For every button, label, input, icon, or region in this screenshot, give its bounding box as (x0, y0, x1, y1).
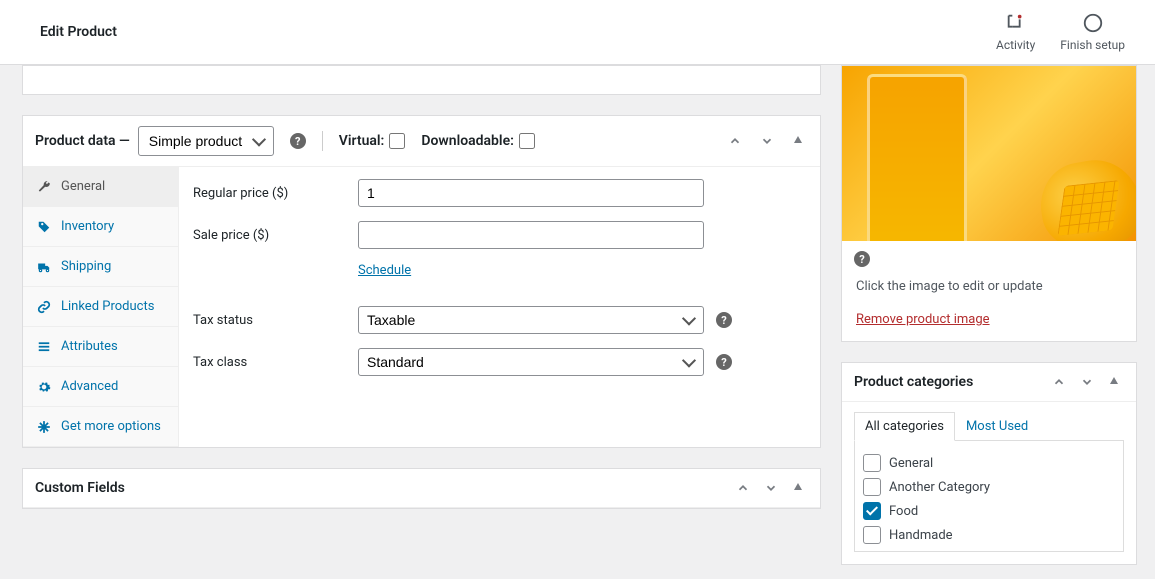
category-list: General Another Category Food Handmade (854, 441, 1124, 552)
tab-inventory-label: Inventory (61, 219, 114, 234)
tab-advanced[interactable]: Advanced (23, 367, 178, 407)
product-data-label: Product data — (35, 133, 130, 149)
category-item[interactable]: General (863, 451, 1115, 475)
tax-class-label: Tax class (193, 355, 358, 370)
category-item[interactable]: Another Category (863, 475, 1115, 499)
list-icon (37, 340, 51, 354)
tab-more-label: Get more options (61, 419, 161, 434)
tab-inventory[interactable]: Inventory (23, 207, 178, 247)
tab-shipping[interactable]: Shipping (23, 247, 178, 287)
top-bar: Edit Product Activity Finish setup (0, 0, 1155, 65)
tax-status-select[interactable]: Taxable (358, 306, 704, 334)
activity-button[interactable]: Activity (996, 12, 1035, 52)
previous-panel-edge (22, 65, 821, 95)
panel-down-icon[interactable] (756, 132, 778, 150)
tab-general[interactable]: General (23, 167, 178, 207)
category-checkbox-handmade[interactable] (863, 526, 881, 544)
custom-fields-title: Custom Fields (35, 480, 125, 496)
tax-status-label: Tax status (193, 313, 358, 328)
help-icon[interactable]: ? (290, 133, 306, 149)
wrench-icon (37, 180, 51, 194)
topbar-actions: Activity Finish setup (996, 12, 1125, 52)
finish-setup-button[interactable]: Finish setup (1060, 12, 1125, 52)
product-data-tabs: General Inventory Shipping Linked Produc… (23, 167, 179, 447)
gear-icon (37, 380, 51, 394)
tab-general-label: General (61, 179, 105, 194)
downloadable-label: Downloadable: (421, 133, 514, 149)
category-label: Another Category (889, 480, 990, 495)
tab-get-more-options[interactable]: Get more options (23, 407, 178, 447)
product-image-thumbnail[interactable] (842, 66, 1136, 241)
schedule-link[interactable]: Schedule (358, 263, 411, 278)
finish-setup-icon (1082, 12, 1104, 34)
category-checkbox-general[interactable] (863, 454, 881, 472)
regular-price-label: Regular price ($) (193, 186, 358, 201)
divider (322, 131, 323, 151)
tab-attributes-label: Attributes (61, 339, 118, 354)
help-icon[interactable]: ? (716, 354, 732, 370)
category-checkbox-another[interactable] (863, 478, 881, 496)
product-image-panel: ? Click the image to edit or update Remo… (841, 65, 1137, 342)
panel-up-icon[interactable] (724, 132, 746, 150)
category-label: General (889, 456, 933, 471)
sale-price-label: Sale price ($) (193, 228, 358, 243)
remove-product-image-link[interactable]: Remove product image (856, 312, 990, 327)
virtual-checkbox-group[interactable]: Virtual: (339, 133, 406, 149)
custom-fields-panel: Custom Fields (22, 468, 821, 509)
downloadable-checkbox[interactable] (519, 133, 535, 149)
downloadable-checkbox-group[interactable]: Downloadable: (421, 133, 535, 149)
panel-collapse-icon[interactable] (788, 479, 808, 497)
regular-price-input[interactable] (358, 179, 704, 207)
plus-icon (37, 420, 51, 434)
tab-all-categories[interactable]: All categories (854, 412, 955, 441)
product-categories-title: Product categories (854, 374, 973, 390)
product-image-caption: Click the image to edit or update (854, 267, 1124, 294)
tab-advanced-label: Advanced (61, 379, 118, 394)
activity-label: Activity (996, 38, 1035, 52)
panel-collapse-icon[interactable] (1104, 373, 1124, 391)
panel-down-icon[interactable] (1076, 373, 1098, 391)
tab-attributes[interactable]: Attributes (23, 327, 178, 367)
tag-icon (37, 220, 51, 234)
page-title: Edit Product (40, 24, 117, 40)
tax-class-select[interactable]: Standard (358, 348, 704, 376)
help-icon[interactable]: ? (716, 312, 732, 328)
link-icon (37, 300, 51, 314)
tab-linked-label: Linked Products (61, 299, 154, 314)
category-tabs: All categories Most Used (854, 412, 1124, 441)
sale-price-input[interactable] (358, 221, 704, 249)
product-data-fields: Regular price ($) Sale price ($) (179, 167, 820, 447)
tab-linked-products[interactable]: Linked Products (23, 287, 178, 327)
category-checkbox-food[interactable] (863, 502, 881, 520)
help-icon[interactable]: ? (854, 251, 870, 267)
category-item[interactable]: Handmade (863, 523, 1115, 547)
activity-icon (1005, 12, 1027, 34)
finish-setup-label: Finish setup (1060, 38, 1125, 52)
truck-icon (37, 260, 51, 274)
virtual-checkbox[interactable] (389, 133, 405, 149)
category-label: Handmade (889, 528, 953, 543)
tab-most-used[interactable]: Most Used (955, 412, 1039, 441)
virtual-label: Virtual: (339, 133, 385, 149)
product-categories-panel: Product categories All categories Most U… (841, 362, 1137, 565)
panel-collapse-icon[interactable] (788, 132, 808, 150)
panel-up-icon[interactable] (732, 479, 754, 497)
category-label: Food (889, 504, 918, 519)
panel-up-icon[interactable] (1048, 373, 1070, 391)
category-item[interactable]: Food (863, 499, 1115, 523)
product-type-select[interactable]: Simple product (138, 126, 274, 156)
panel-down-icon[interactable] (760, 479, 782, 497)
tab-shipping-label: Shipping (61, 259, 111, 274)
product-data-header: Product data — Simple product ? Virtual:… (23, 116, 820, 167)
product-data-panel: Product data — Simple product ? Virtual:… (22, 115, 821, 448)
